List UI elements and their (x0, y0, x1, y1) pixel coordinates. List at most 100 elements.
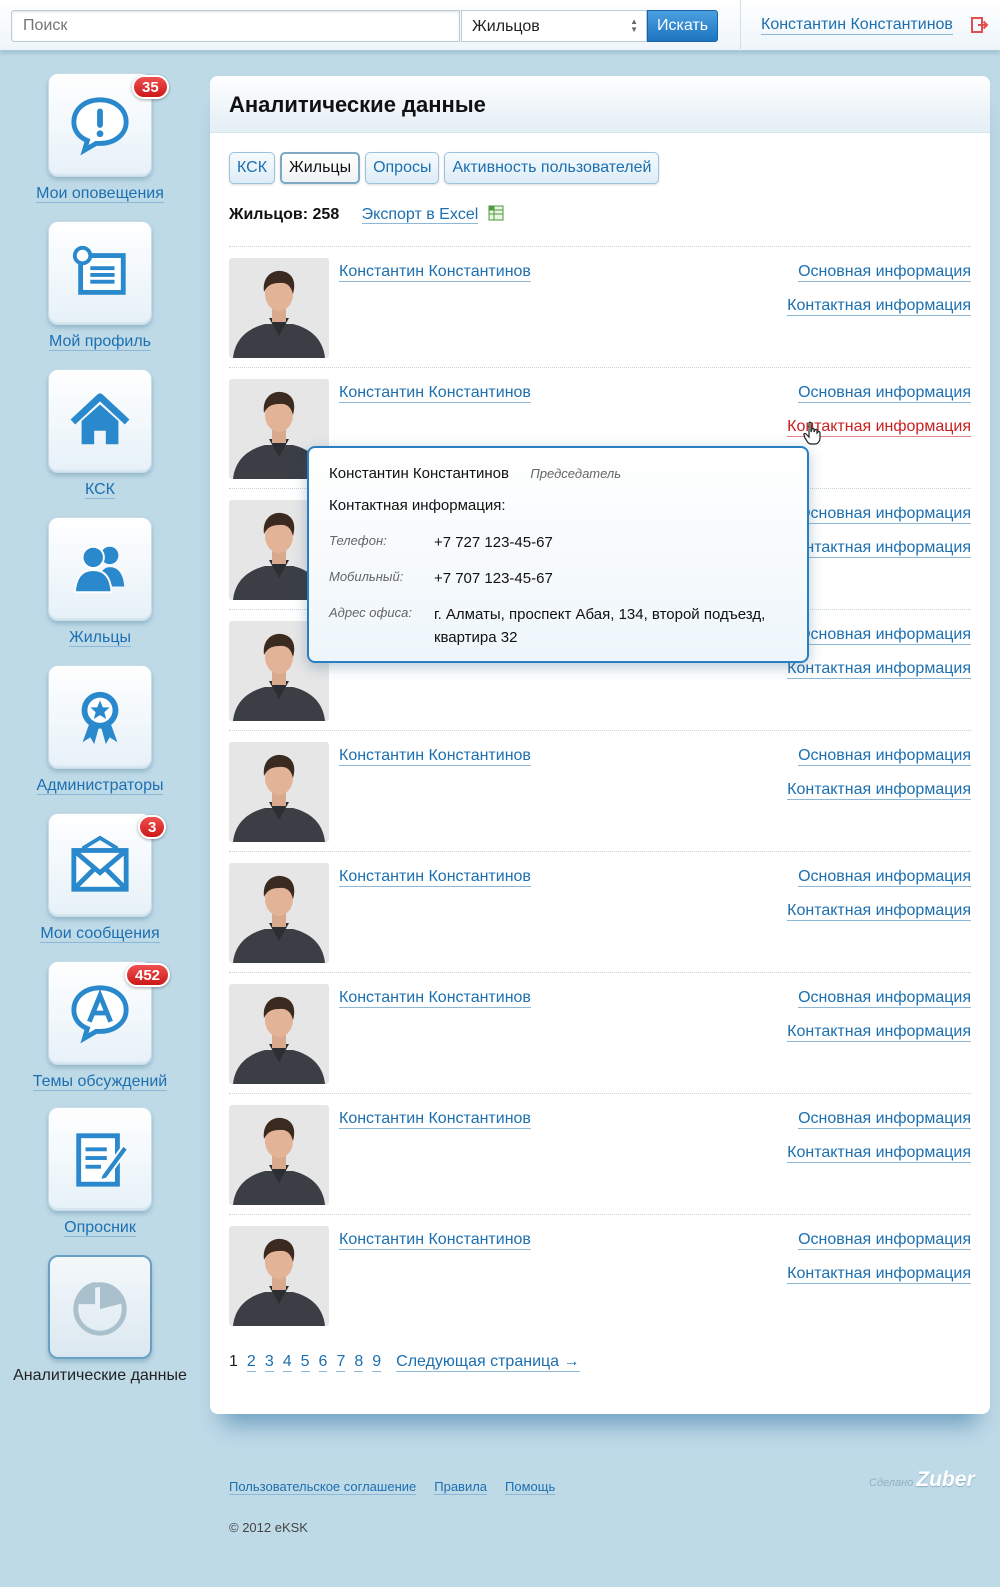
basic-info-link[interactable]: Основная информация (798, 1231, 971, 1250)
topics-count-badge: 452 (125, 963, 171, 987)
resident-avatar[interactable] (229, 863, 329, 963)
nav-tile[interactable] (48, 369, 152, 473)
contact-info-link[interactable]: Контактная информация (787, 1023, 971, 1042)
contact-info-link[interactable]: Контактная информация (787, 781, 971, 800)
basic-info-link[interactable]: Основная информация (798, 384, 971, 403)
search-button[interactable]: Искать (647, 10, 718, 42)
resident-avatar[interactable] (229, 258, 329, 358)
footer-help-link[interactable]: Помощь (505, 1479, 556, 1495)
resident-row: Константин Константинов Основная информац… (229, 851, 971, 972)
alerts-count-badge: 35 (132, 75, 169, 99)
resident-name-link[interactable]: Константин Константинов (339, 1110, 531, 1129)
basic-info-link[interactable]: Основная информация (798, 989, 971, 1008)
resident-avatar[interactable] (229, 1226, 329, 1326)
tooltip-address: г. Алматы, проспект Абая, 134, второй по… (433, 606, 766, 646)
footer-user-agreement-link[interactable]: Пользовательское соглашение (229, 1479, 417, 1495)
export-excel-link[interactable]: Экспорт в Excel (361, 206, 479, 224)
page-title: Аналитические данные (210, 76, 990, 133)
resident-name-link[interactable]: Константин Константинов (339, 263, 531, 282)
resident-avatar[interactable] (229, 984, 329, 1084)
tooltip-phone-row: Телефон: +7 727 123-45-67 (329, 531, 787, 554)
page-number-link[interactable]: 7 (336, 1353, 346, 1372)
tooltip-phone-label: Телефон: (329, 533, 387, 548)
resident-name-link[interactable]: Константин Константинов (339, 868, 531, 887)
resident-name-link[interactable]: Константин Константинов (339, 989, 531, 1008)
nav-tile-active[interactable] (48, 1255, 152, 1359)
tooltip-address-label: Адрес офиса: (329, 605, 412, 620)
resident-avatar[interactable] (229, 742, 329, 842)
sidebar-item-label: Мой профиль (48, 333, 152, 351)
resident-name-link[interactable]: Константин Константинов (339, 384, 531, 403)
copyright: © 2012 eKSK (229, 1520, 308, 1535)
award-ribbon-icon (81, 691, 119, 745)
pagination: 1 2 3 4 5 6 7 8 9 Следующая страница → (229, 1353, 580, 1372)
tooltip-phone: +7 727 123-45-67 (433, 534, 553, 551)
sidebar-item-label: Мои оповещения (36, 185, 164, 203)
page-number-link[interactable]: 6 (318, 1353, 328, 1372)
contact-info-link[interactable]: Контактная информация (787, 902, 971, 921)
made-by-credit[interactable]: Сделано Zuber (869, 1468, 975, 1492)
resident-name-link[interactable]: Константин Константинов (339, 1231, 531, 1250)
nav-tile[interactable] (48, 665, 152, 769)
tooltip-address-row: Адрес офиса: г. Алматы, проспект Абая, 1… (329, 603, 787, 649)
select-arrows-icon: ▲ ▼ (630, 17, 638, 34)
nav-tile[interactable] (48, 221, 152, 325)
tab-residents[interactable]: Жильцы (280, 152, 361, 184)
basic-info-link[interactable]: Основная информация (798, 868, 971, 887)
zuber-logo: Zuber (916, 1468, 975, 1491)
topic-bubble-icon (71, 985, 129, 1044)
user-profile-link[interactable]: Константин Константинов (761, 16, 953, 35)
contact-info-link[interactable]: Контактная информация (787, 1144, 971, 1163)
resident-name-link[interactable]: Константин Константинов (339, 747, 531, 766)
residents-count: Жильцов: 258 (229, 206, 340, 223)
hand-cursor-icon (803, 421, 821, 445)
next-page-link[interactable]: Следующая страница → (396, 1353, 580, 1372)
search-category-select[interactable]: Жильцов ▲ ▼ (461, 10, 647, 42)
residents-count-row: Жильцов: 258 Экспорт в Excel (229, 205, 504, 224)
contact-info-link[interactable]: Контактная информация (787, 1265, 971, 1284)
tooltip-mobile-label: Мобильный: (329, 569, 404, 584)
tab-polls[interactable]: Опросы (365, 152, 440, 184)
logout-icon[interactable] (971, 16, 989, 34)
topbar-divider (740, 0, 741, 51)
pie-chart-icon (73, 1281, 127, 1336)
contact-info-link[interactable]: Контактная информация (787, 660, 971, 679)
tooltip-title: Контактная информация: (329, 497, 506, 514)
house-icon (70, 393, 130, 445)
basic-info-link[interactable]: Основная информация (798, 1110, 971, 1129)
basic-info-link[interactable]: Основная информация (798, 505, 971, 524)
tab-ksk[interactable]: КСК (229, 152, 276, 184)
page-number-link[interactable]: 9 (372, 1353, 382, 1372)
messages-count-badge: 3 (138, 815, 167, 839)
resident-row: Константин Константинов Основная информац… (229, 730, 971, 851)
tooltip-mobile: +7 707 123-45-67 (433, 570, 553, 587)
excel-icon[interactable] (488, 205, 504, 221)
made-by-label: Сделано (869, 1477, 914, 1489)
resident-avatar[interactable] (229, 1105, 329, 1205)
resident-row: Константин Константинов Основная информац… (229, 1093, 971, 1214)
profile-card-icon (72, 245, 126, 295)
page-number-link[interactable]: 8 (354, 1353, 364, 1372)
top-bar: Жильцов ▲▼ Искать Константин Константино… (0, 0, 1000, 51)
nav-tile[interactable] (48, 813, 152, 917)
page-number-link[interactable]: 3 (264, 1353, 274, 1372)
tab-user-activity[interactable]: Активность пользователей (444, 152, 660, 184)
envelope-icon (71, 835, 129, 892)
footer-rules-link[interactable]: Правила (434, 1479, 488, 1495)
sidebar-item-label: Темы обсуждений (32, 1073, 168, 1091)
page-number-link[interactable]: 2 (246, 1353, 256, 1372)
search-input[interactable] (11, 10, 460, 42)
nav-tile[interactable] (48, 1107, 152, 1211)
page-number-link[interactable]: 5 (300, 1353, 310, 1372)
page-number-link[interactable]: 4 (282, 1353, 292, 1372)
contact-info-link[interactable]: Контактная информация (787, 539, 971, 558)
contact-info-link[interactable]: Контактная информация (787, 297, 971, 316)
basic-info-link[interactable]: Основная информация (798, 263, 971, 282)
tooltip-role: Председатель (530, 466, 622, 481)
footer-links: Пользовательское соглашение Правила Помо… (229, 1479, 556, 1495)
tooltip-mobile-row: Мобильный: +7 707 123-45-67 (329, 567, 787, 590)
sidebar-item-label: КСК (84, 481, 115, 499)
basic-info-link[interactable]: Основная информация (798, 626, 971, 645)
basic-info-link[interactable]: Основная информация (798, 747, 971, 766)
nav-tile[interactable] (48, 517, 152, 621)
